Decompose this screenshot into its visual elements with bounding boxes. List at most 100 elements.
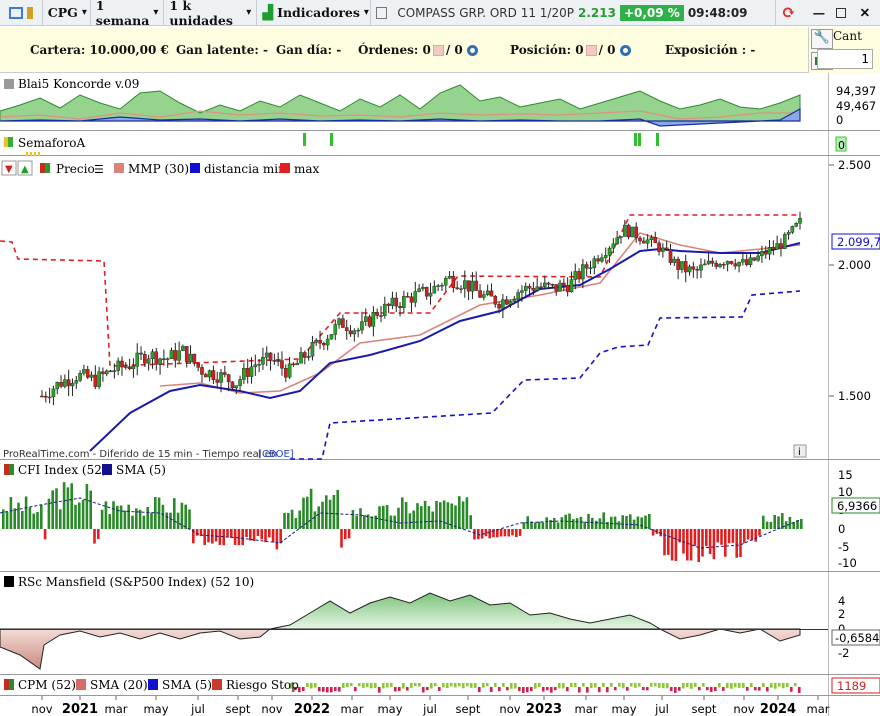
cpm-sma5[interactable]: SMA (5): [162, 678, 212, 692]
cfi-title[interactable]: CFI Index (52): [18, 463, 107, 477]
x-axis-label: 2024: [760, 702, 796, 716]
menu-grid-button[interactable]: [0, 0, 43, 26]
cfi-bar: [268, 529, 271, 538]
legend-mmp[interactable]: MMP (30): [128, 162, 189, 176]
cfi-bar: [176, 512, 180, 529]
price-change-badge: +0,09 %: [619, 4, 684, 21]
candle: [394, 292, 399, 313]
grid-icon: [8, 6, 23, 19]
cpm-title[interactable]: CPM (52): [18, 678, 76, 692]
cfi-bar: [188, 509, 191, 529]
cfi-bar: [743, 529, 746, 543]
close-position-icon[interactable]: [585, 45, 597, 56]
cfi-bar: [674, 529, 678, 562]
list-icon[interactable]: ☰: [94, 163, 104, 176]
cfi-bar: [355, 515, 358, 529]
candle: [223, 365, 227, 378]
cpm-bar: [778, 683, 781, 687]
candle: [66, 369, 71, 397]
minimize-button[interactable]: —: [808, 0, 831, 26]
cfi-bar: [347, 529, 351, 539]
cpm-bar: [458, 683, 461, 687]
cfi-bar: [93, 529, 96, 544]
x-axis-label: mar: [341, 702, 364, 716]
koncorde-title[interactable]: Blai5 Koncorde v.09: [18, 77, 139, 91]
cpm-sma20[interactable]: SMA (20): [90, 678, 148, 692]
cfi-bar: [408, 513, 412, 529]
cpm-riesgo[interactable]: Riesgo Stop: [226, 678, 299, 692]
copy-icon[interactable]: [376, 6, 388, 19]
latent-gain: Gan latente: -: [176, 43, 268, 57]
cpm-bar: [690, 683, 693, 689]
chart-area[interactable]: Blai5 Koncorde v.09 94,397 49,467 0 Sema…: [0, 73, 880, 716]
cpm-bar: [710, 687, 713, 692]
rsc-title[interactable]: RSc Mansfield (S&P500 Index) (52 10): [18, 575, 254, 589]
max-stop-line: [0, 214, 800, 367]
semaforo-title[interactable]: SemaforoA: [18, 136, 85, 150]
cpm-bar: [510, 683, 513, 689]
cfi-bar: [492, 529, 495, 538]
cfi-bar: [169, 512, 172, 529]
cpm-bar: [614, 687, 617, 691]
candle: [485, 284, 490, 297]
cpm-bar: [730, 683, 733, 689]
cfi-sma[interactable]: SMA (5): [116, 463, 166, 477]
position-group: Posición: 0 / 0: [510, 43, 631, 57]
sync-button[interactable]: ⟳: [776, 0, 807, 26]
indicators-label: Indicadores: [277, 5, 360, 20]
cpm-bar: [666, 683, 669, 689]
indicators-button[interactable]: ▟ Indicadores ▾: [257, 0, 372, 26]
orders-label: Órdenes: 0: [358, 43, 431, 57]
cfi-bar: [439, 502, 442, 529]
candle: [181, 344, 185, 352]
position-settings-icon[interactable]: [619, 45, 631, 56]
cfi-bar: [750, 529, 754, 541]
cpm-bar: [582, 683, 585, 687]
cfi-bar: [667, 529, 670, 555]
cancel-orders-icon[interactable]: [432, 45, 444, 56]
cpm-bar: [598, 687, 601, 693]
cfi-bar: [108, 514, 111, 529]
cpm-bar: [410, 683, 413, 689]
candle: [165, 357, 170, 368]
cfi-bar: [328, 499, 332, 529]
maximize-button[interactable]: [831, 0, 854, 26]
close-button[interactable]: ✕: [855, 0, 880, 26]
cfi-bar: [617, 521, 621, 529]
candle: [356, 327, 360, 338]
cfi-bar: [454, 505, 457, 529]
wrench-button[interactable]: 🔧: [811, 29, 833, 49]
cfi-bar: [24, 496, 28, 529]
ticker-selector[interactable]: CPG ▾: [43, 0, 91, 26]
cfi-bar: [336, 489, 339, 529]
cpm-bar: [306, 683, 309, 688]
candle: [569, 271, 574, 293]
legend-distancia[interactable]: distancia min: [204, 162, 286, 176]
candle: [108, 369, 113, 373]
cpm-bar: [422, 687, 425, 693]
cboe-link[interactable]: [CBOE]: [258, 449, 294, 460]
orders-settings-icon[interactable]: [466, 45, 478, 56]
cpm-bar: [774, 683, 777, 689]
legend-precio[interactable]: Precio: [56, 162, 95, 176]
units-selector[interactable]: 1 k unidades ▾: [164, 0, 258, 28]
candle: [341, 314, 345, 328]
cfi-bar: [17, 502, 20, 529]
candle: [344, 319, 349, 340]
cpm-bar: [326, 687, 329, 693]
quantity-input[interactable]: [817, 49, 873, 69]
candle: [790, 225, 795, 235]
period-selector[interactable]: 1 semana ▾: [91, 0, 165, 28]
chevron-down-icon: ▾: [363, 7, 369, 18]
x-axis-label: sept: [692, 702, 717, 716]
price-badge-value: 2.099,7: [837, 235, 880, 249]
candle: [360, 311, 364, 335]
cpm-bar: [726, 683, 729, 689]
candle: [283, 364, 288, 383]
cpm-panel: CPM (52) SMA (20) SMA (5) Riesgo Stop 11…: [4, 677, 880, 694]
cpm-bar: [318, 687, 321, 692]
cfi-bar: [587, 513, 590, 529]
legend-max[interactable]: max: [294, 162, 320, 176]
cpm-bar: [482, 683, 485, 688]
maximize-icon: [836, 7, 847, 18]
